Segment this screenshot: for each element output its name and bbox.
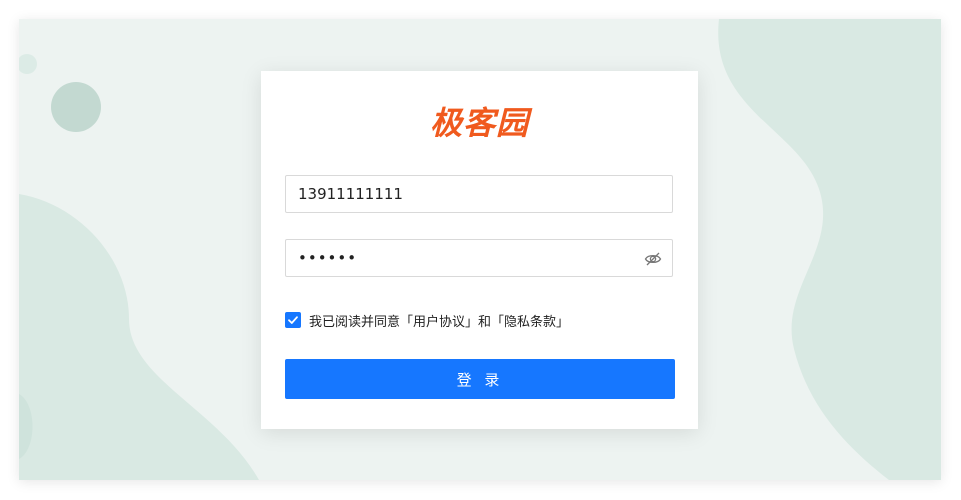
- agreement-text: 我已阅读并同意「用户协议」和「隐私条款」: [309, 314, 570, 330]
- agreement-checkbox[interactable]: [285, 312, 301, 328]
- check-icon: [288, 316, 298, 324]
- decor-circle-large: [51, 82, 101, 132]
- login-button[interactable]: 登 录: [285, 359, 675, 399]
- brand-logo: 极客园: [429, 104, 529, 142]
- login-page: 极客园 我已阅读并同意「用户协议」和「隐私条款」 登 录: [19, 19, 941, 480]
- phone-field[interactable]: [285, 175, 673, 213]
- password-input[interactable]: [286, 240, 636, 276]
- eye-off-icon[interactable]: [644, 250, 662, 268]
- phone-input[interactable]: [286, 176, 672, 212]
- decor-shape-right: [718, 19, 941, 480]
- decor-circle-small: [19, 54, 37, 74]
- decor-shape-left: [19, 194, 259, 480]
- password-field[interactable]: [285, 239, 673, 277]
- login-card: 极客园 我已阅读并同意「用户协议」和「隐私条款」 登 录: [261, 71, 698, 429]
- agreement-row: 我已阅读并同意「用户协议」和「隐私条款」: [285, 311, 570, 330]
